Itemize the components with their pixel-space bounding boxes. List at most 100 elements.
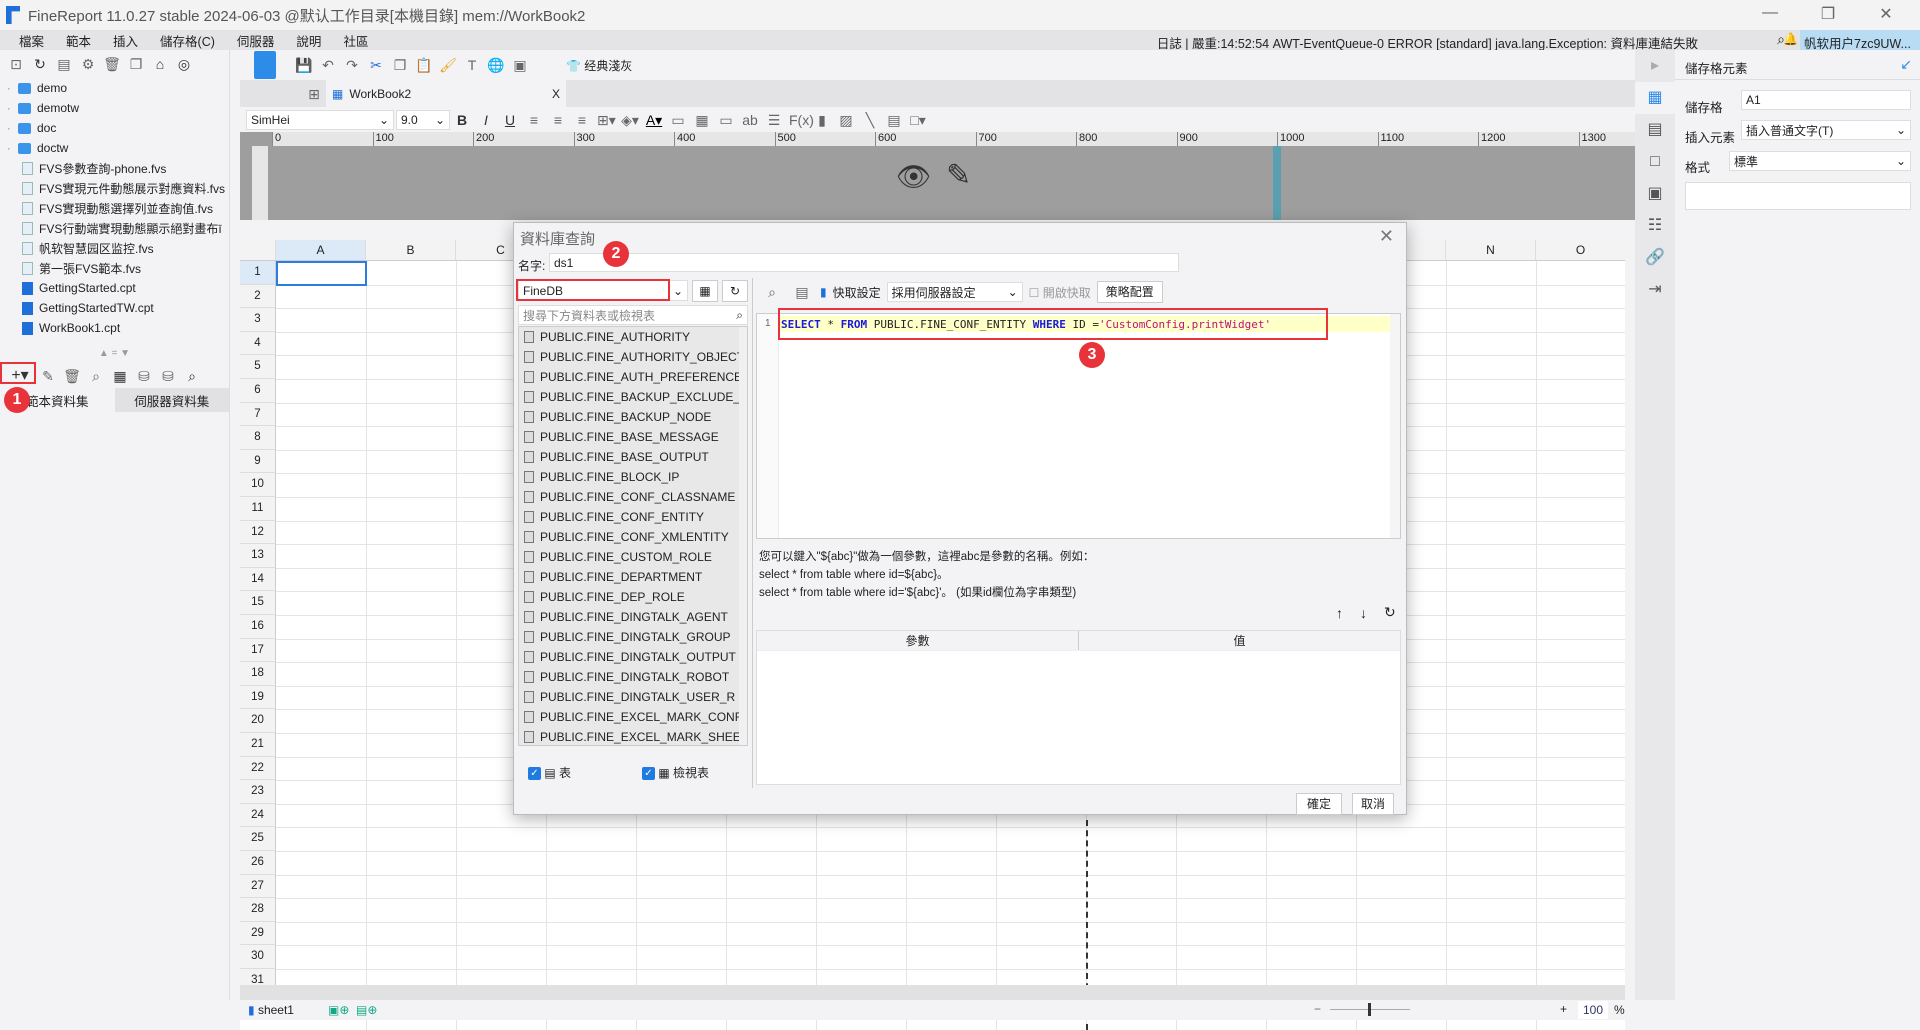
show-views-checkbox[interactable]: ✓ ▦ 檢視表 xyxy=(642,764,709,781)
row-header[interactable]: 27 xyxy=(240,874,276,899)
sql-icon[interactable]: ▤ xyxy=(793,283,811,301)
table-list-item[interactable]: PUBLIC.FINE_EXCEL_MARK_SHEE xyxy=(519,727,747,745)
database-run-icon[interactable]: ⛁ xyxy=(135,367,153,385)
cache-select[interactable]: 採用伺服器設定 ⌄ xyxy=(886,282,1023,302)
text-cell-icon[interactable]: ▭ xyxy=(717,111,735,129)
row-header[interactable]: 4 xyxy=(240,331,276,356)
search-icon[interactable]: ⌕ xyxy=(183,367,201,385)
frame-icon[interactable]: □▾ xyxy=(909,111,927,129)
cut-icon[interactable]: ✂ xyxy=(367,56,385,74)
tree-item[interactable]: GettingStarted.cpt xyxy=(8,278,229,298)
align-left-icon[interactable]: ≡ xyxy=(525,111,543,129)
table-list-item[interactable]: PUBLIC.FINE_AUTH_PREFERENCE xyxy=(519,367,747,387)
row-header[interactable]: 13 xyxy=(240,544,276,568)
delete-icon[interactable]: 🗑 xyxy=(63,367,81,385)
font-color-icon[interactable]: A▾ xyxy=(645,111,663,129)
row-header[interactable]: 14 xyxy=(240,567,276,592)
row-header[interactable]: 5 xyxy=(240,355,276,379)
tree-item[interactable]: ▸ demotw xyxy=(8,98,229,118)
row-header[interactable]: 6 xyxy=(240,379,276,403)
row-header[interactable]: 26 xyxy=(240,851,276,875)
table-list-item[interactable]: PUBLIC.FINE_AUTHORITY_OBJECT xyxy=(519,347,747,367)
italic-button[interactable]: I xyxy=(477,111,495,129)
table-list-item[interactable]: PUBLIC.FINE_CONF_CLASSNAME xyxy=(519,487,747,507)
enable-cache-checkbox[interactable]: ☐ 開啟快取 xyxy=(1029,284,1091,301)
menu-help[interactable]: 說明 xyxy=(285,31,332,50)
table-list-item[interactable]: PUBLIC.FINE_BLOCK_IP xyxy=(519,467,747,487)
minimize-button[interactable]: — xyxy=(1750,4,1790,22)
row-header[interactable]: 20 xyxy=(240,709,276,733)
tree-item[interactable]: FVS行動端實現動態顯示絕對畫布ī xyxy=(8,218,229,238)
tree-item[interactable]: FVS實現元件動態展示對應資料.fvs xyxy=(8,178,229,198)
tree-item[interactable]: ▸ doc xyxy=(8,118,229,138)
row-header[interactable]: 15 xyxy=(240,591,276,615)
edit-connection-button[interactable]: ▦ xyxy=(692,280,718,302)
editor-scrollbar[interactable] xyxy=(1390,314,1400,538)
row-header[interactable]: 8 xyxy=(240,426,276,450)
preview-icon[interactable]: ▣ xyxy=(511,56,529,74)
row-header[interactable]: 2 xyxy=(240,284,276,309)
table-list-item[interactable]: PUBLIC.FINE_EXCEL_MARK_CONF xyxy=(519,707,747,727)
image-icon[interactable]: ▨ xyxy=(837,111,855,129)
show-tables-checkbox[interactable]: ✓ ▤ 表 xyxy=(528,764,571,781)
table-list-item[interactable]: PUBLIC.FINE_CONF_ENTITY xyxy=(519,507,747,527)
row-header[interactable]: 10 xyxy=(240,473,276,497)
zoom-in-button[interactable]: + xyxy=(1560,1002,1567,1016)
lock-icon[interactable]: ⌂ xyxy=(151,55,169,73)
condition-icon[interactable]: ☷ xyxy=(1635,210,1675,242)
menu-template[interactable]: 範本 xyxy=(55,31,102,50)
preview-icon[interactable]: ⌕ xyxy=(87,367,105,385)
menu-insert[interactable]: 插入 xyxy=(102,31,149,50)
maximize-button[interactable]: ❐ xyxy=(1808,4,1848,24)
zoom-slider-thumb[interactable] xyxy=(1368,1003,1371,1016)
row-header[interactable]: 1 xyxy=(240,261,276,285)
table-search-input[interactable]: 搜尋下方資料表或檢視表 ⌕ xyxy=(518,305,748,325)
expand-icon[interactable]: ▸ xyxy=(8,81,18,95)
row-header[interactable]: 16 xyxy=(240,615,276,639)
expand-icon[interactable]: ▸ xyxy=(8,121,18,135)
table-list-item[interactable]: PUBLIC.FINE_DINGTALK_ROBOT xyxy=(519,667,747,687)
column-header[interactable]: O xyxy=(1536,240,1625,261)
apply-icon[interactable]: ↙ xyxy=(1900,56,1912,73)
align-right-icon[interactable]: ≡ xyxy=(573,111,591,129)
table-list-item[interactable]: PUBLIC.FINE_DINGTALK_OUTPUT xyxy=(519,647,747,667)
slash-icon[interactable]: ╲ xyxy=(861,111,879,129)
sheet-tab[interactable]: ▮ sheet1 xyxy=(248,1003,294,1017)
name-input[interactable]: ds1 xyxy=(549,253,1179,272)
tree-item[interactable]: FVS參數查詢-phone.fvs xyxy=(8,158,229,178)
copy-icon[interactable]: ❐ xyxy=(127,55,145,73)
row-header[interactable]: 24 xyxy=(240,803,276,828)
table-list-item[interactable]: PUBLIC.FINE_BASE_MESSAGE xyxy=(519,427,747,447)
new-folder-icon[interactable]: ⊡ xyxy=(7,55,25,73)
menu-file[interactable]: 檔案 xyxy=(8,31,55,50)
select-all-corner[interactable] xyxy=(240,240,276,261)
row-header[interactable]: 7 xyxy=(240,402,276,427)
zoom-input[interactable]: 100 xyxy=(1578,1001,1608,1019)
column-header[interactable]: N xyxy=(1446,240,1536,261)
chart-icon[interactable]: ▮ xyxy=(813,111,831,129)
selected-cell-a1[interactable] xyxy=(276,261,367,286)
format-select[interactable]: 標準 ⌄ xyxy=(1729,151,1911,171)
edit-icon[interactable]: ✎ xyxy=(39,367,57,385)
expand-icon[interactable]: ▸ xyxy=(8,141,18,155)
paste-icon[interactable]: 📋 xyxy=(415,56,433,74)
tree-item[interactable]: 第一張FVS範本.fvs xyxy=(8,258,229,278)
row-header[interactable]: 11 xyxy=(240,497,276,521)
splitter-handle[interactable]: ▲ = ▼ xyxy=(0,348,229,362)
table-list-item[interactable]: PUBLIC.FINE_DEP_ROLE xyxy=(519,587,747,607)
font-size-select[interactable]: 9.0 ⌄ xyxy=(396,109,450,130)
web-icon[interactable]: 🌐 xyxy=(487,56,505,74)
rich-text-icon[interactable]: ☰ xyxy=(765,111,783,129)
row-header[interactable]: 12 xyxy=(240,520,276,545)
add-sheet-icon[interactable]: ▣⊕ xyxy=(328,1003,349,1017)
format-painter-icon[interactable]: 🖌 xyxy=(439,56,457,74)
cell-attribute-icon[interactable]: ▤ xyxy=(1635,114,1675,146)
table-list-item[interactable]: PUBLIC.FINE_CUSTOM_ROLE xyxy=(519,547,747,567)
tree-item[interactable]: ▸ doctw xyxy=(8,138,229,158)
sql-editor[interactable]: 1 SELECT * FROM PUBLIC.FINE_CONF_ENTITY … xyxy=(756,313,1401,539)
underline-button[interactable]: U xyxy=(501,111,519,129)
row-header[interactable]: 22 xyxy=(240,756,276,781)
new-tab-icon[interactable]: ⊞ xyxy=(305,85,323,103)
locate-icon[interactable]: ◎ xyxy=(175,55,193,73)
database-remove-icon[interactable]: ⛁ xyxy=(159,367,177,385)
